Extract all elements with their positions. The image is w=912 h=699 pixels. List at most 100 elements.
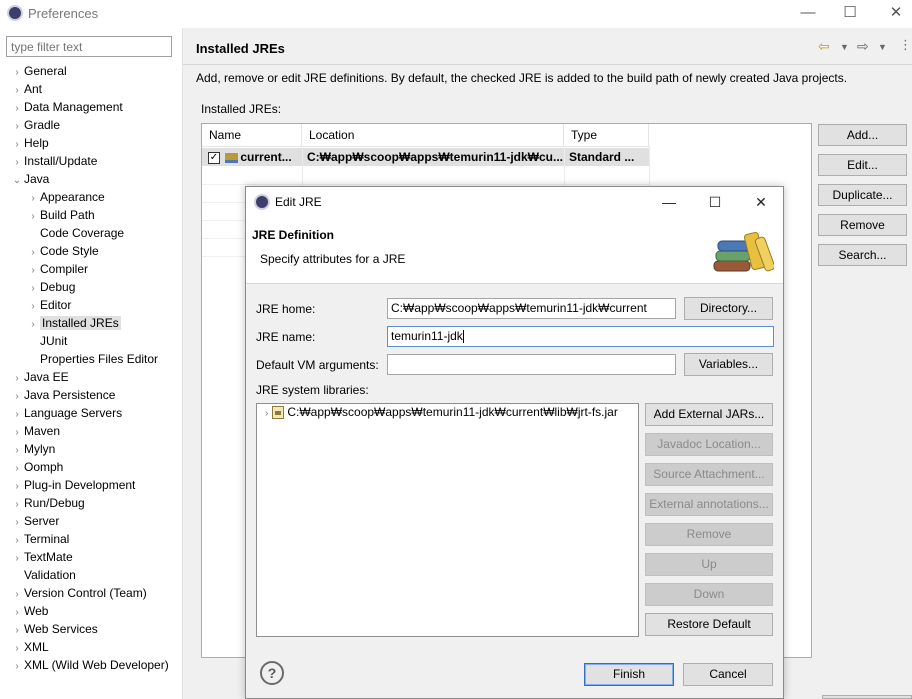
column-header-type[interactable]: Type: [564, 124, 649, 146]
variables-button[interactable]: Variables...: [684, 353, 773, 376]
tree-item-label: Java EE: [24, 370, 69, 384]
tree-item[interactable]: › Build Path: [26, 206, 94, 224]
tree-item[interactable]: Properties Files Editor: [26, 350, 158, 368]
dialog-header: [246, 217, 783, 283]
javadoc-location-button[interactable]: Javadoc Location...: [645, 433, 773, 456]
dialog-header-title: JRE Definition: [252, 228, 335, 242]
tree-item[interactable]: Validation: [10, 566, 76, 584]
jre-type-cell: Standard ...: [564, 148, 649, 166]
jre-name-cell: current...: [240, 150, 292, 164]
tree-item-label: Mylyn: [24, 442, 56, 456]
tree-item[interactable]: › Web: [10, 602, 48, 620]
jre-name-value: temurin11-jdk: [391, 329, 463, 343]
chevron-right-icon[interactable]: ›: [265, 408, 268, 419]
search-jre-button[interactable]: Search...: [818, 244, 907, 266]
maximize-button[interactable]: ☐: [835, 2, 865, 26]
forward-menu-icon[interactable]: ▼: [878, 42, 887, 52]
tree-item[interactable]: › Run/Debug: [10, 494, 84, 512]
tree-item-label: Java Persistence: [24, 388, 116, 402]
tree-item[interactable]: › XML (Wild Web Developer): [10, 656, 169, 676]
tree-item[interactable]: › General: [10, 62, 67, 80]
tree-item[interactable]: › Terminal: [10, 530, 69, 548]
add-jre-button[interactable]: Add...: [818, 124, 907, 146]
column-header-location[interactable]: Location: [302, 124, 564, 146]
tree-item-label: Debug: [40, 280, 76, 294]
tree-item[interactable]: › Oomph: [10, 458, 63, 476]
tree-item-label: XML (Wild Web Developer): [24, 658, 169, 672]
tree-item[interactable]: › Plug-in Development: [10, 476, 135, 494]
close-button[interactable]: ✕: [881, 2, 911, 26]
tree-item-label: Oomph: [24, 460, 64, 474]
filter-input[interactable]: [6, 36, 172, 57]
tree-item[interactable]: › Installed JREs: [26, 314, 121, 332]
dialog-minimize-button[interactable]: —: [654, 191, 684, 213]
tree-item[interactable]: › Install/Update: [10, 152, 97, 170]
tree-item[interactable]: › XML: [10, 638, 48, 656]
directory-button[interactable]: Directory...: [684, 297, 773, 320]
tree-item-label: General: [24, 64, 67, 78]
remove-jre-button[interactable]: Remove: [818, 214, 907, 236]
restore-default-button[interactable]: Restore Default: [645, 613, 773, 636]
vm-arguments-label: Default VM arguments:: [256, 358, 379, 372]
tree-item[interactable]: › TextMate: [10, 548, 72, 566]
source-attachment-button[interactable]: Source Attachment...: [645, 463, 773, 486]
up-button[interactable]: Up: [645, 553, 773, 576]
tree-item[interactable]: › Editor: [26, 296, 71, 314]
jre-location-cell: C:₩app₩scoop₩apps₩temurin11-jdk₩cu...: [302, 148, 564, 166]
tree-item[interactable]: › Server: [10, 512, 59, 530]
column-header-name[interactable]: Name: [202, 124, 302, 146]
library-item[interactable]: › C:₩app₩scoop₩apps₩temurin11-jdk₩current…: [265, 405, 618, 420]
chevron-down-icon[interactable]: ⌄: [10, 172, 24, 190]
tree-item-label: Web Services: [24, 622, 98, 636]
tree-item[interactable]: › Java EE: [10, 368, 69, 386]
installed-jres-label: Installed JREs:: [201, 102, 282, 116]
system-libraries-tree[interactable]: › C:₩app₩scoop₩apps₩temurin11-jdk₩current…: [256, 403, 639, 637]
page-description: Add, remove or edit JRE definitions. By …: [196, 71, 848, 85]
tree-item[interactable]: › Language Servers: [10, 404, 122, 422]
tree-item-label: Java: [24, 172, 50, 186]
cancel-button[interactable]: Cancel: [683, 663, 773, 686]
forward-arrow-icon[interactable]: ⇨: [857, 38, 869, 55]
jre-name-field[interactable]: temurin11-jdk: [387, 326, 774, 347]
tree-item[interactable]: › Appearance: [26, 188, 105, 206]
row-checkbox[interactable]: ✓: [208, 151, 220, 164]
tree-item[interactable]: › Web Services: [10, 620, 98, 638]
dialog-maximize-button[interactable]: ☐: [700, 191, 730, 213]
external-annotations-button[interactable]: External annotations...: [645, 493, 773, 516]
tree-item-label: Version Control (Team): [24, 586, 147, 600]
tree-item[interactable]: JUnit: [26, 332, 67, 350]
edit-jre-button[interactable]: Edit...: [818, 154, 907, 176]
vm-arguments-field[interactable]: [387, 354, 676, 375]
back-menu-icon[interactable]: ▼: [840, 42, 849, 52]
duplicate-jre-button[interactable]: Duplicate...: [818, 184, 907, 206]
down-button[interactable]: Down: [645, 583, 773, 606]
tree-item[interactable]: › Compiler: [26, 260, 88, 278]
dialog-close-button[interactable]: ✕: [746, 191, 776, 213]
tree-item[interactable]: ⌄ Java: [10, 170, 50, 190]
tree-item[interactable]: › Java Persistence: [10, 386, 115, 404]
tree-item-label: Appearance: [40, 190, 105, 204]
tree-item[interactable]: › Ant: [10, 80, 42, 98]
tree-item[interactable]: › Data Management: [10, 98, 122, 116]
chevron-right-icon[interactable]: ›: [10, 658, 24, 676]
tree-item[interactable]: › Debug: [26, 278, 75, 296]
tree-item[interactable]: Code Coverage: [26, 224, 124, 242]
tree-item[interactable]: › Help: [10, 134, 48, 152]
finish-button[interactable]: Finish: [584, 663, 674, 686]
tree-item[interactable]: › Gradle: [10, 116, 60, 134]
tree-item-label: Terminal: [24, 532, 70, 546]
back-arrow-icon[interactable]: ⇦: [818, 38, 830, 55]
help-icon[interactable]: ?: [260, 661, 284, 685]
jre-home-label: JRE home:: [256, 302, 316, 316]
jre-home-field[interactable]: C:₩app₩scoop₩apps₩temurin11-jdk₩current: [387, 298, 676, 319]
remove-library-button[interactable]: Remove: [645, 523, 773, 546]
text-caret: [462, 330, 464, 344]
tree-item[interactable]: › Maven: [10, 422, 60, 440]
tree-item[interactable]: › Code Style: [26, 242, 98, 260]
add-external-jars-button[interactable]: Add External JARs...: [645, 403, 773, 426]
view-menu-icon[interactable]: ⋮: [899, 37, 912, 53]
tree-item[interactable]: › Version Control (Team): [10, 584, 147, 602]
dialog-header-subtitle: Specify attributes for a JRE: [260, 252, 406, 266]
tree-item[interactable]: › Mylyn: [10, 440, 55, 458]
minimize-button[interactable]: —: [793, 2, 823, 26]
